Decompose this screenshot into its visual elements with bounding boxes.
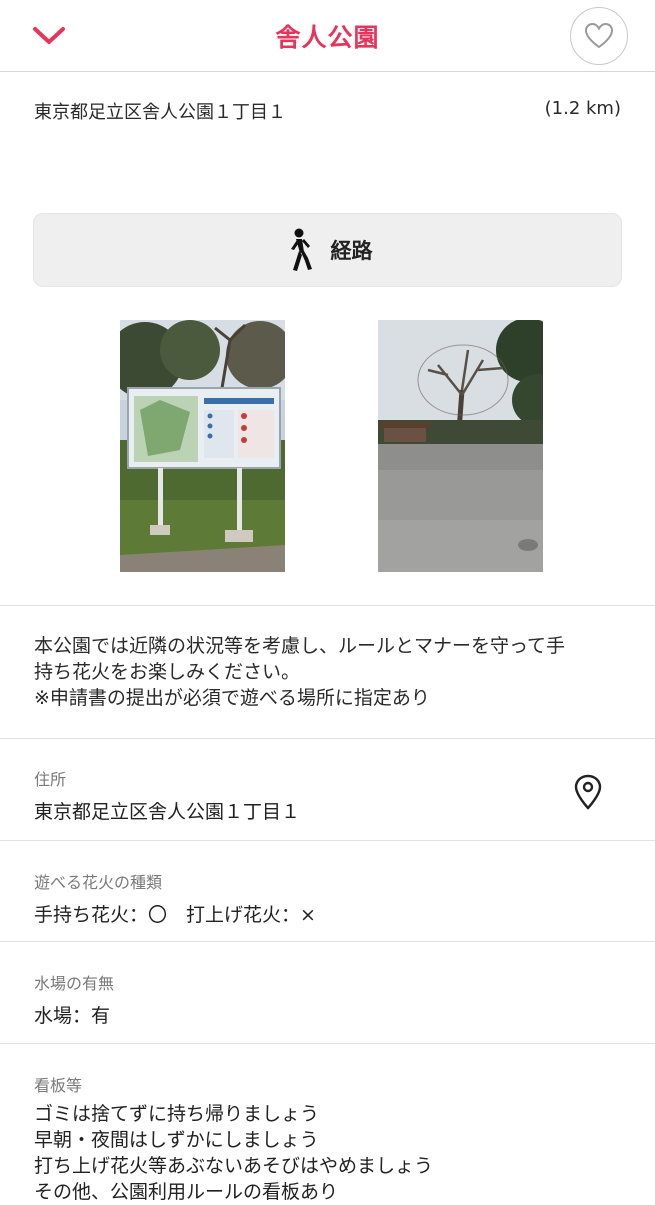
water-label: 水場の有無 bbox=[34, 974, 115, 993]
signs-label: 看板等 bbox=[34, 1076, 83, 1095]
park-description: 本公園では近隣の状況等を考慮し、ルールとマナーを守って手 持ち花火をお楽しみくだ… bbox=[34, 633, 624, 711]
map-pin-button[interactable] bbox=[572, 773, 604, 811]
description-line: 持ち花火をお楽しみください。 bbox=[34, 661, 301, 683]
water-value: 水場：有 bbox=[34, 1005, 111, 1027]
walking-person-icon bbox=[283, 228, 313, 272]
sign-note: その他、公園利用ルールの看板あり bbox=[34, 1181, 339, 1203]
distance-label: (1.2 km) bbox=[544, 98, 621, 119]
divider bbox=[0, 1043, 655, 1044]
heart-outline-icon bbox=[584, 22, 614, 49]
signs-list: ゴミは捨てずに持ち帰りましょう 早朝・夜間はしずかにしましょう 打ち上げ花火等あ… bbox=[34, 1101, 433, 1205]
divider bbox=[0, 840, 655, 841]
park-map-photo[interactable] bbox=[120, 320, 285, 572]
park-plaza-photo[interactable] bbox=[378, 320, 543, 572]
route-label: 経路 bbox=[330, 239, 373, 263]
divider bbox=[0, 738, 655, 739]
description-line: 本公園では近隣の状況等を考慮し、ルールとマナーを守って手 bbox=[34, 635, 566, 657]
sign-note: 打ち上げ花火等あぶないあそびはやめましょう bbox=[34, 1155, 434, 1177]
sign-note: ゴミは捨てずに持ち帰りましょう bbox=[34, 1103, 320, 1125]
favorite-button[interactable] bbox=[570, 7, 628, 65]
divider bbox=[0, 605, 655, 606]
summary-address: 東京都足立区舎人公園１丁目１ bbox=[34, 102, 286, 123]
sign-note: 早朝・夜間はしずかにしましょう bbox=[34, 1129, 319, 1151]
route-button[interactable]: 経路 bbox=[33, 213, 622, 287]
address-value: 東京都足立区舎人公園１丁目１ bbox=[34, 801, 301, 823]
fireworks-label: 遊べる花火の種類 bbox=[34, 873, 163, 892]
app-header: 舎人公園 bbox=[0, 0, 655, 72]
description-line: ※申請書の提出が必須で遊べる場所に指定あり bbox=[34, 687, 430, 709]
address-label: 住所 bbox=[34, 770, 67, 789]
page-title: 舎人公園 bbox=[275, 23, 380, 52]
divider bbox=[0, 941, 655, 942]
map-pin-icon bbox=[574, 774, 602, 810]
fireworks-value: 手持ち花火：〇 打上げ花火：× bbox=[34, 904, 316, 926]
address-summary: 東京都足立区舎人公園１丁目１ (1.2 km) bbox=[34, 98, 621, 124]
